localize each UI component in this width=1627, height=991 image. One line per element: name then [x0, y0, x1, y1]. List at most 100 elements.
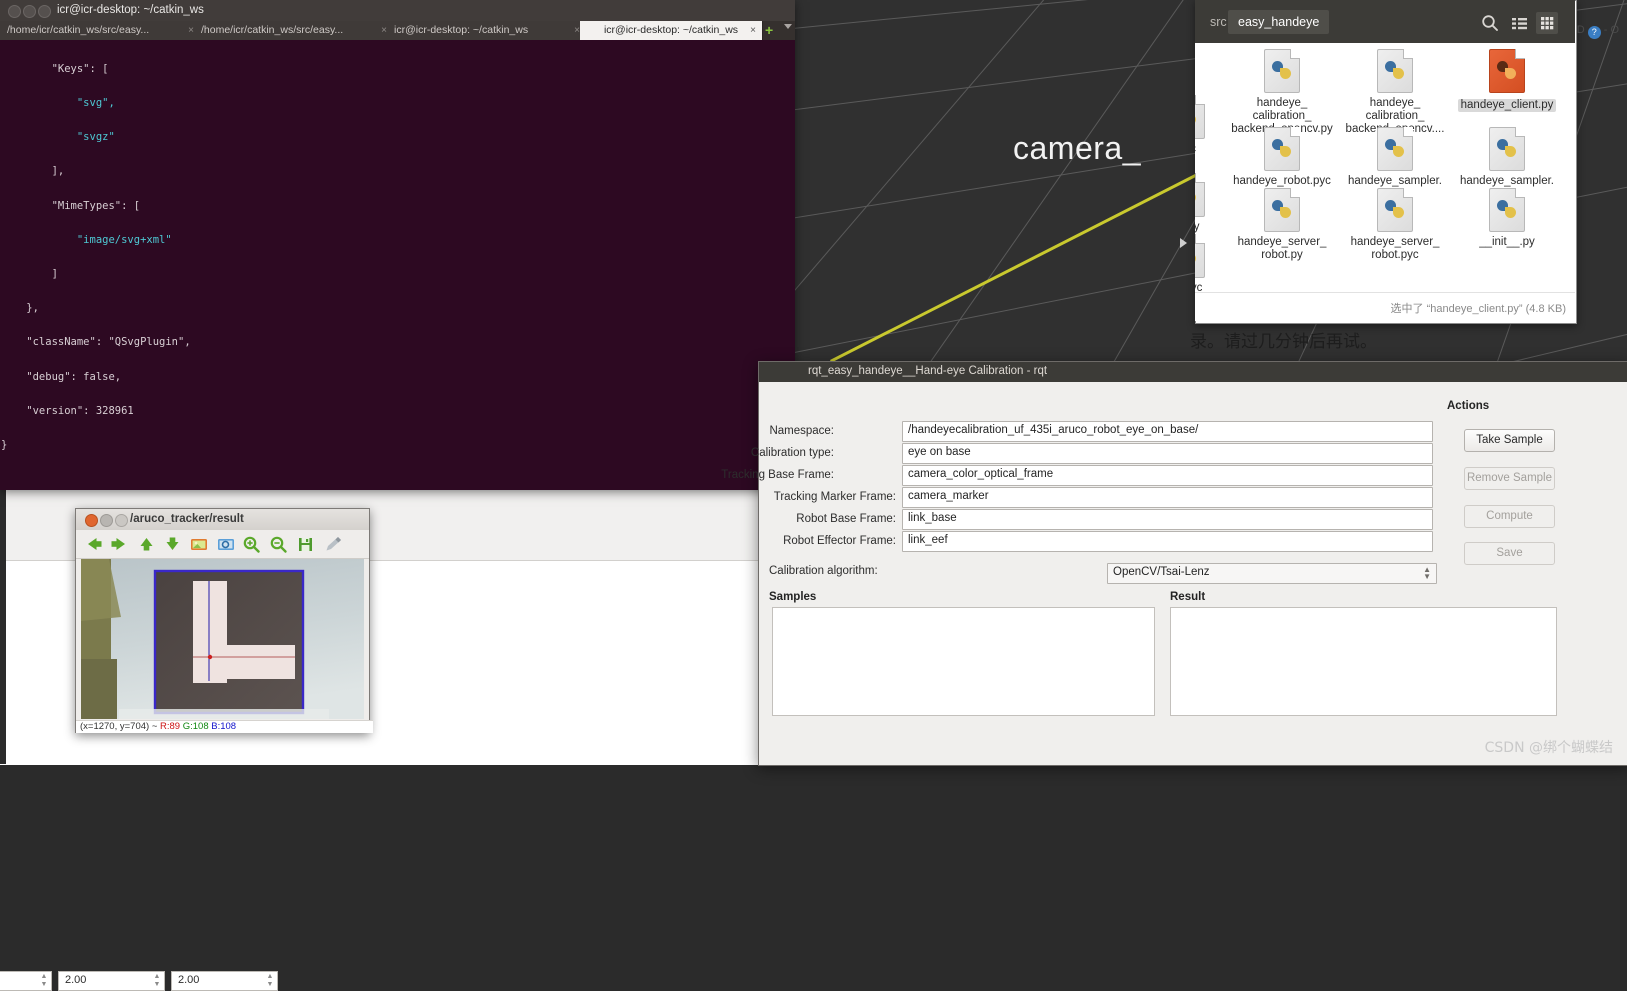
down-arrow-icon[interactable]	[162, 534, 183, 554]
help-icon[interactable]: ?	[1587, 26, 1601, 39]
rqt-title-text: rqt_easy_handeye__Hand-eye Calibration -…	[808, 365, 1048, 377]
breadcrumb-current[interactable]: easy_handeye	[1228, 10, 1330, 34]
pixel-blue-value: B:108	[208, 721, 237, 732]
terminal-line: }	[1, 439, 8, 452]
select-value: OpenCV/Tsai-Lenz	[1113, 566, 1210, 578]
field-label-calibration-algorithm: Calibration algorithm:	[769, 565, 878, 577]
python-file-icon	[1377, 49, 1413, 93]
terminal-tab-1[interactable]: /home/icr/catkin_ws/src/easy... ×	[0, 21, 201, 40]
terminal-window[interactable]: icr@icr-desktop: ~/catkin_ws /home/icr/c…	[0, 0, 795, 490]
tab-label: /home/icr/catkin_ws/src/easy...	[7, 24, 150, 36]
minimize-icon[interactable]	[23, 5, 36, 18]
result-panel[interactable]	[1170, 607, 1557, 716]
namespace-field[interactable]: /handeyecalibration_uf_435i_aruco_robot_…	[902, 421, 1433, 442]
zoom-out-icon[interactable]	[268, 534, 289, 554]
stepper-arrows-icon[interactable]: ▲ ▼	[265, 973, 275, 989]
watermark: CSDN @绑个蝴蝶结	[1484, 740, 1613, 756]
compute-button[interactable]: Compute	[1464, 505, 1555, 528]
tab-label: /home/icr/catkin_ws/src/easy...	[201, 24, 344, 36]
python-file-icon	[1195, 173, 1205, 217]
maximize-icon[interactable]	[38, 5, 51, 18]
search-icon[interactable]	[1479, 12, 1501, 34]
rviz-panel-expander-icon[interactable]	[1180, 238, 1187, 248]
zoom-in-icon[interactable]	[241, 534, 262, 554]
tracking-marker-frame-field[interactable]: camera_marker	[902, 487, 1433, 508]
stepper-value: 2.00	[178, 974, 200, 986]
minimize-icon[interactable]: -	[1604, 24, 1608, 36]
fit-image-icon[interactable]	[188, 534, 209, 554]
terminal-tab-3[interactable]: icr@icr-desktop: ~/catkin_ws ×	[387, 21, 587, 40]
close-icon[interactable]	[85, 514, 98, 527]
reset-view-icon[interactable]	[215, 534, 236, 554]
file-manager-status-bar: 选中了 “handeye_client.py” (4.8 KB)	[1195, 292, 1575, 321]
calibration-type-field[interactable]: eye on base	[902, 443, 1433, 464]
rqt-calibration-movements-spinboxes[interactable]: ▲ ▼ 2.00 ▲ ▼ 2.00 ▲ ▼	[0, 485, 760, 991]
python-file-icon	[1195, 234, 1205, 278]
quantity-stepper[interactable]: 2.00 ▲ ▼	[58, 971, 165, 991]
chevron-updown-icon[interactable]: ▲ ▼	[1423, 566, 1431, 581]
field-value: link_base	[908, 512, 957, 524]
list-item[interactable]: handeye_server_ robot.py	[1228, 188, 1336, 262]
tracking-base-frame-field[interactable]: camera_color_optical_frame	[902, 465, 1433, 486]
list-item[interactable]: handeye_server_ robot.pyc	[1341, 188, 1449, 262]
list-item[interactable]: __init__.py	[1453, 188, 1561, 249]
list-item[interactable]: handeye_robot.pyc	[1228, 127, 1336, 188]
quantity-stepper[interactable]: ▲ ▼	[0, 971, 52, 991]
aruco-title-text: /aruco_tracker/result	[130, 513, 244, 525]
aruco-toolbar[interactable]	[76, 530, 369, 559]
calibration-algorithm-select[interactable]: OpenCV/Tsai-Lenz ▲ ▼	[1107, 563, 1437, 584]
minimize-icon[interactable]	[100, 514, 113, 527]
robot-base-frame-field[interactable]: link_base	[902, 509, 1433, 530]
list-view-icon[interactable]	[1508, 12, 1530, 34]
aruco-titlebar: /aruco_tracker/result	[76, 509, 369, 531]
remove-sample-button[interactable]: Remove Sample	[1464, 467, 1555, 490]
rqt-dock-controls[interactable]: D? - O	[1577, 24, 1619, 39]
stepper-arrows-icon[interactable]: ▲ ▼	[39, 973, 49, 989]
pixel-coordinates: (x=1270, y=704) ~	[80, 721, 161, 732]
forward-arrow-icon[interactable]	[109, 534, 130, 554]
close-icon[interactable]: O	[1610, 24, 1619, 36]
file-name: handeye_server_ robot.py	[1237, 236, 1327, 261]
close-icon[interactable]: ×	[750, 21, 756, 40]
dock-icon[interactable]: D	[1577, 24, 1585, 36]
pixel-green-value: G:108	[180, 721, 209, 732]
field-label-calibration-type: Calibration type:	[750, 447, 834, 459]
terminal-line: "image/svg+xml"	[1, 233, 172, 246]
back-arrow-icon[interactable]	[83, 534, 104, 554]
terminal-tab-2[interactable]: /home/icr/catkin_ws/src/easy... ×	[194, 21, 394, 40]
up-arrow-icon[interactable]	[136, 534, 157, 554]
close-icon[interactable]	[8, 5, 21, 18]
result-section-title: Result	[1170, 591, 1206, 603]
list-item[interactable]: handeye_ calibration_ backend_opencv....	[1341, 49, 1449, 136]
new-tab-icon[interactable]: +	[765, 22, 773, 38]
python-file-icon	[1195, 95, 1205, 139]
take-sample-button[interactable]: Take Sample	[1464, 429, 1555, 452]
list-item-selected[interactable]: handeye_client.py	[1453, 49, 1561, 112]
file-name: handeye_robot.pyc	[1233, 175, 1331, 187]
robot-effector-frame-field[interactable]: link_eef	[902, 531, 1433, 552]
samples-section-title: Samples	[769, 591, 817, 603]
terminal-title-text: icr@icr-desktop: ~/catkin_ws	[57, 4, 204, 16]
maximize-icon[interactable]	[115, 514, 128, 527]
quantity-stepper[interactable]: 2.00 ▲ ▼	[171, 971, 278, 991]
samples-list-panel[interactable]	[772, 607, 1155, 716]
list-item[interactable]: handeye_ calibration_ backend_opencv.py	[1228, 49, 1336, 136]
file-manager-icon-grid[interactable]: pyc ot.py er.pyc handeye_ calibration_ b…	[1195, 43, 1575, 300]
field-label-robot-effector-frame: Robot Effector Frame:	[783, 535, 896, 547]
aruco-tracker-window[interactable]: /aruco_tracker/result (x=1270, y=704) ~ …	[75, 508, 373, 733]
grid-view-icon[interactable]	[1536, 12, 1558, 34]
save-button[interactable]: Save	[1464, 542, 1555, 565]
terminal-line: "svgz"	[1, 131, 115, 144]
field-label-tracking-base-frame: Tracking Base Frame:	[721, 469, 834, 481]
terminal-output[interactable]: "Keys": [ "svg", "svgz" ], "MimeTypes": …	[0, 40, 796, 491]
save-icon[interactable]	[295, 534, 316, 554]
rqt-titlebar: rqt_easy_handeye__Hand-eye Calibration -…	[759, 362, 1627, 382]
field-value: camera_marker	[908, 490, 989, 502]
field-value: camera_color_optical_frame	[908, 468, 1054, 480]
terminal-tab-4-active[interactable]: icr@icr-desktop: ~/catkin_ws ×	[580, 21, 763, 40]
chevron-down-icon[interactable]	[784, 24, 792, 29]
clear-icon[interactable]	[322, 534, 343, 554]
stepper-arrows-icon[interactable]: ▲ ▼	[152, 973, 162, 989]
aruco-camera-image[interactable]	[81, 559, 364, 719]
terminal-line: ]	[1, 268, 58, 281]
